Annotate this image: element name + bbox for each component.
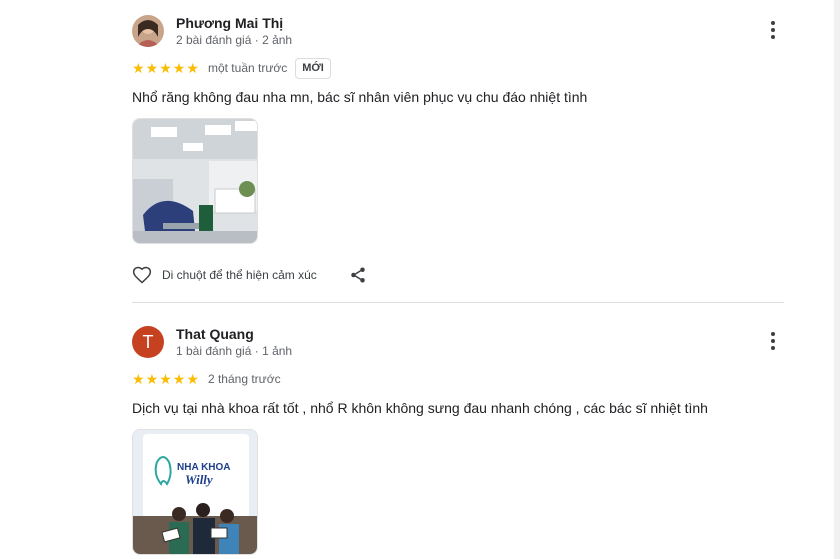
- review-text: Dịch vụ tại nhà khoa rất tốt , nhổ R khô…: [132, 400, 708, 416]
- star-icon: ★: [132, 60, 145, 76]
- avatar-photo: [132, 15, 164, 47]
- star-icon: ★: [159, 60, 172, 76]
- star-icon: ★: [132, 371, 145, 387]
- review-card: Phương Mai Thị 2 bài đánh giá · 2 ảnh ★ …: [132, 15, 784, 286]
- star-icon: ★: [145, 60, 159, 76]
- scrollbar[interactable]: [834, 0, 840, 559]
- review-text: Nhổ răng không đau nha mn, bác sĩ nhân v…: [132, 89, 588, 105]
- review-header: T That Quang 1 bài đánh giá · 1 ảnh: [132, 326, 784, 360]
- clinic-sign-line2: Willy: [185, 472, 213, 487]
- review-card: T That Quang 1 bài đánh giá · 1 ảnh ★ ★ …: [132, 326, 784, 555]
- more-options-button[interactable]: [770, 21, 776, 39]
- clinic-group-photo: NHA KHOA Willy: [133, 430, 257, 554]
- review-time: một tuần trước: [207, 61, 288, 75]
- review-header: Phương Mai Thị 2 bài đánh giá · 2 ảnh: [132, 15, 784, 49]
- star-icon: ★: [172, 60, 186, 76]
- review-time: 2 tháng trước: [207, 372, 281, 386]
- review-photo[interactable]: [132, 118, 258, 244]
- new-badge: MỚI: [295, 57, 331, 79]
- star-icon: ★: [186, 371, 199, 387]
- review-photo[interactable]: NHA KHOA Willy: [132, 429, 258, 555]
- rating-row: ★ ★ ★ ★ ★ một tuần trước MỚI: [132, 57, 784, 79]
- clinic-interior-image: [133, 119, 257, 243]
- heart-icon[interactable]: [132, 265, 152, 285]
- star-icon: ★: [159, 371, 172, 387]
- share-icon[interactable]: [349, 266, 367, 284]
- review-divider: [132, 302, 784, 303]
- reviewer-meta: 2 bài đánh giá · 2 ảnh: [176, 33, 293, 47]
- star-icon: ★: [145, 371, 159, 387]
- star-rating: ★ ★ ★ ★ ★: [132, 372, 200, 386]
- avatar[interactable]: T: [132, 326, 164, 358]
- more-options-button[interactable]: [770, 332, 776, 350]
- star-icon: ★: [172, 371, 186, 387]
- reviewer-meta: 1 bài đánh giá · 1 ảnh: [176, 344, 293, 358]
- reviewer-name[interactable]: Phương Mai Thị: [176, 15, 283, 31]
- review-actions: Di chuột để thể hiện cảm xúc: [132, 264, 784, 286]
- star-icon: ★: [186, 60, 199, 76]
- react-hint: Di chuột để thể hiện cảm xúc: [162, 268, 317, 282]
- star-rating: ★ ★ ★ ★ ★: [132, 61, 200, 75]
- avatar[interactable]: [132, 15, 164, 47]
- reviewer-name[interactable]: That Quang: [176, 326, 254, 342]
- rating-row: ★ ★ ★ ★ ★ 2 tháng trước: [132, 369, 784, 389]
